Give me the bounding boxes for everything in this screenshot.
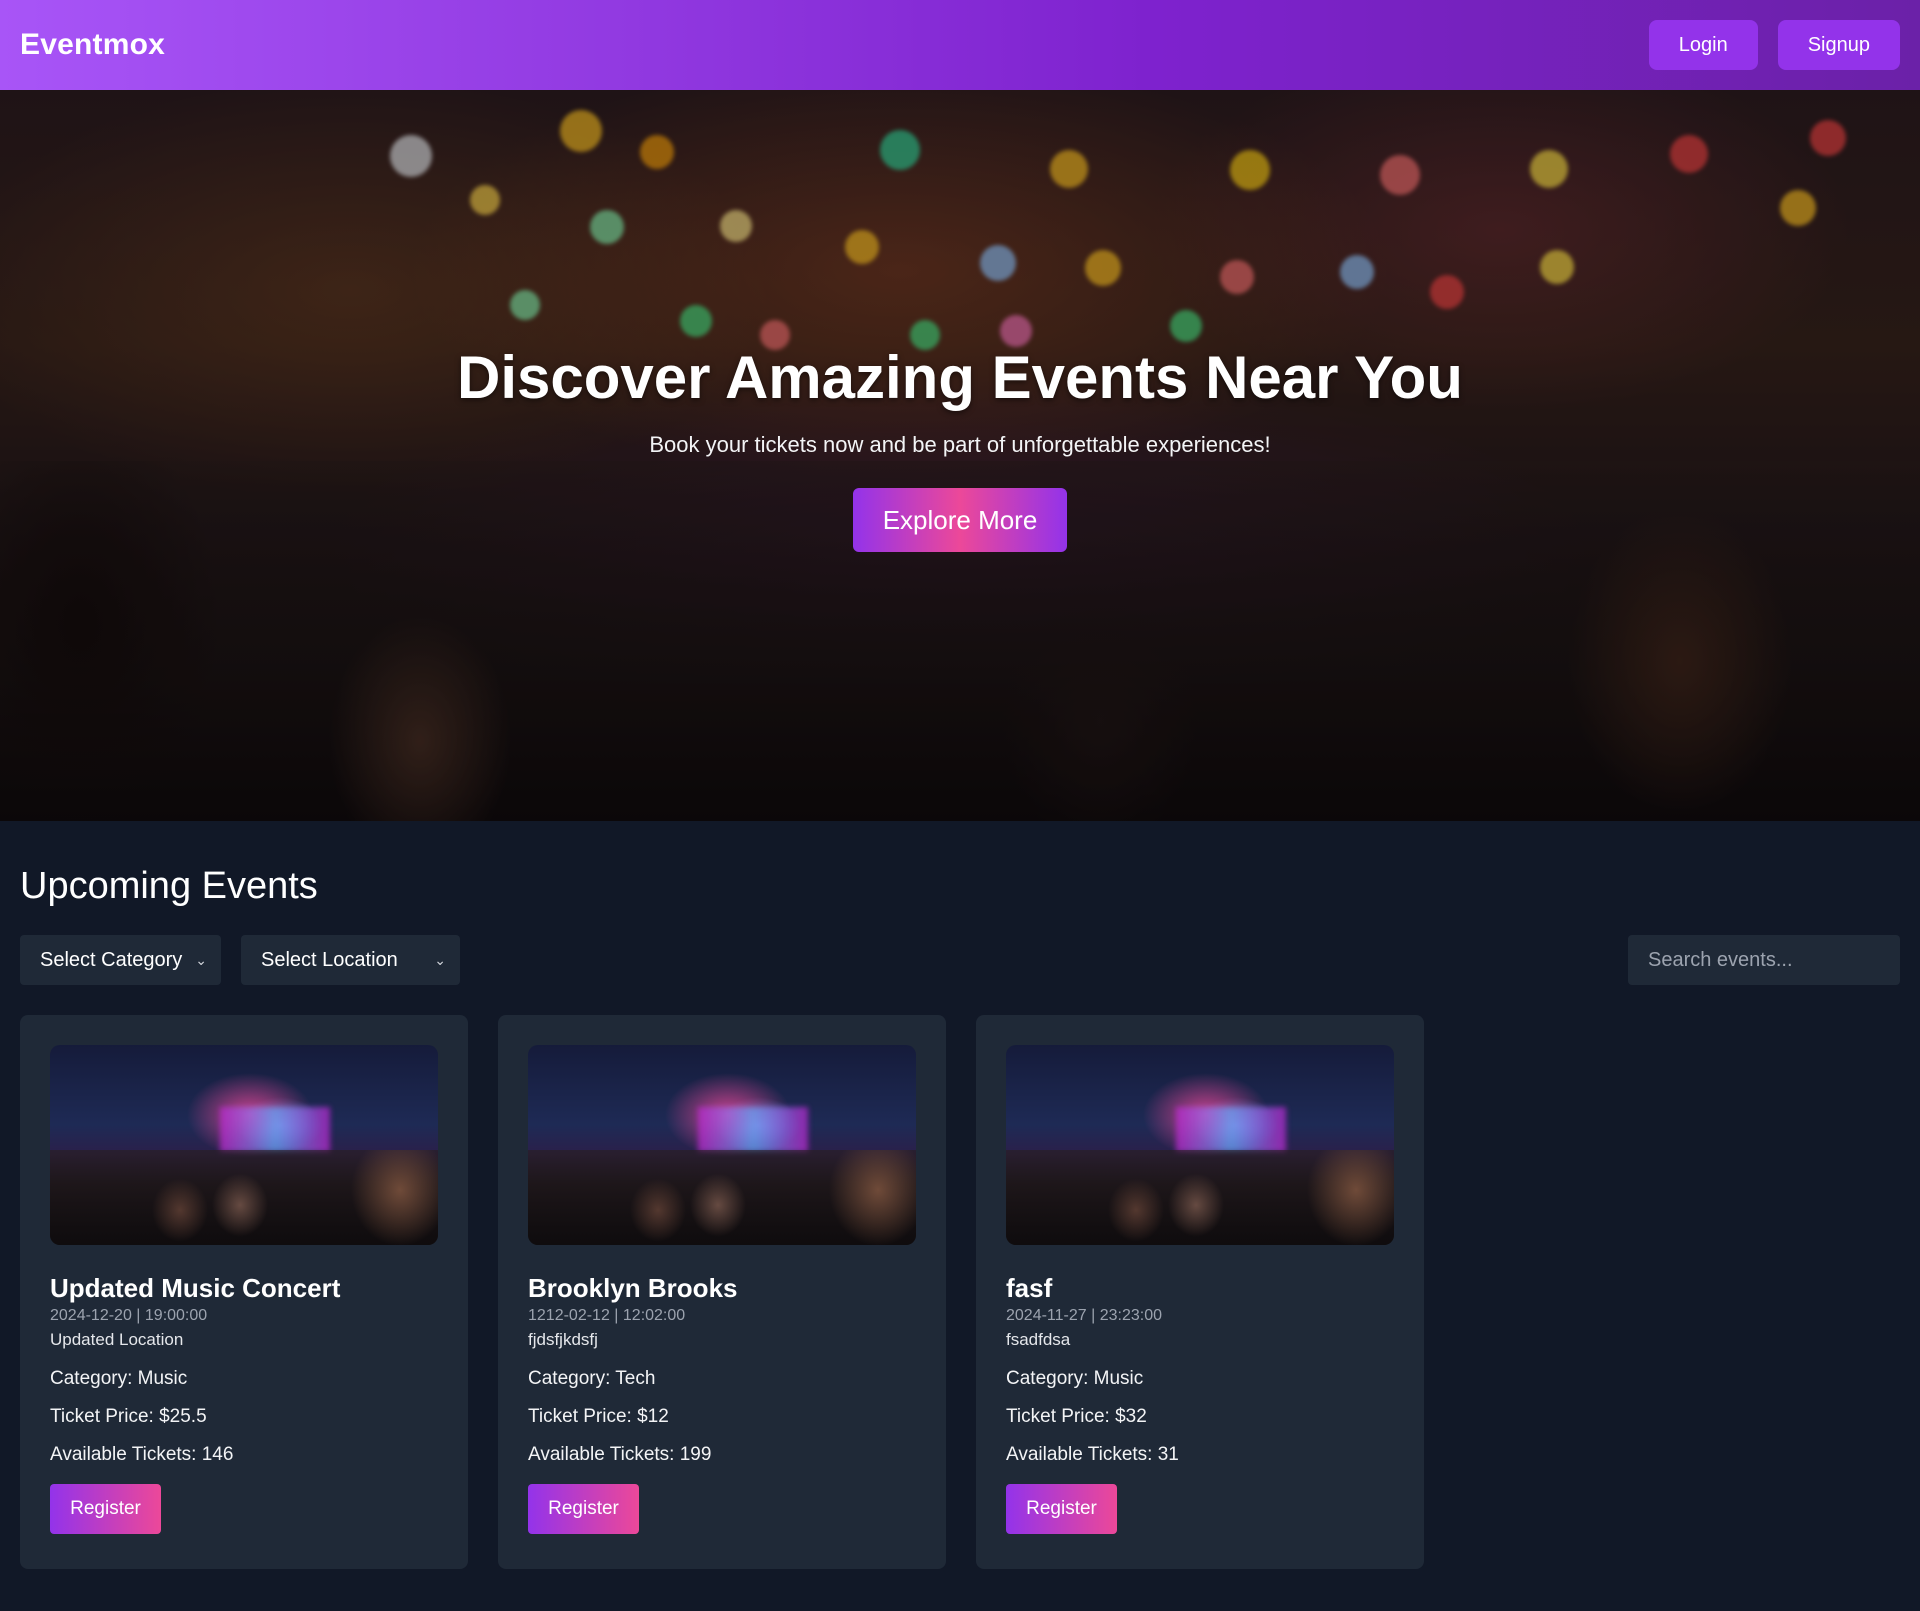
signup-button[interactable]: Signup xyxy=(1777,20,1900,70)
search-placeholder: Search events... xyxy=(1648,948,1793,971)
event-location: fjdsfjkdsfj xyxy=(528,1330,598,1349)
event-datetime: 1212-02-12 | 12:02:00 xyxy=(528,1307,686,1324)
event-location: Updated Location xyxy=(50,1330,184,1349)
navbar: Eventmox Login Signup xyxy=(0,0,1920,90)
chevron-down-icon: ⌄ xyxy=(434,951,446,968)
register-button[interactable]: Register xyxy=(1006,1484,1117,1534)
event-image xyxy=(528,1045,916,1245)
event-datetime: 2024-11-27 | 23:23:00 xyxy=(1006,1307,1162,1324)
event-available-tickets: Available Tickets: 31 xyxy=(1006,1444,1179,1465)
upcoming-events-section: Upcoming Events Select Category ⌄ Select… xyxy=(20,821,1900,1569)
event-card: Brooklyn Brooks 1212-02-12 | 12:02:00 fj… xyxy=(498,1015,946,1569)
hero-subtitle: Book your tickets now and be part of unf… xyxy=(649,432,1271,457)
brand-logo[interactable]: Eventmox xyxy=(20,28,165,62)
event-category: Category: Music xyxy=(50,1368,188,1389)
category-select[interactable]: Select Category ⌄ xyxy=(20,935,221,985)
login-button[interactable]: Login xyxy=(1648,20,1758,70)
category-select-value: Select Category xyxy=(40,948,183,971)
event-location: fsadfdsa xyxy=(1006,1330,1071,1349)
crowd xyxy=(1006,1150,1394,1245)
location-select-value: Select Location xyxy=(261,948,398,971)
event-card: fasf 2024-11-27 | 23:23:00 fsadfdsa Cate… xyxy=(976,1015,1424,1569)
location-select[interactable]: Select Location ⌄ xyxy=(241,935,460,985)
section-title: Upcoming Events xyxy=(20,865,318,907)
event-ticket-price: Ticket Price: $25.5 xyxy=(50,1406,207,1427)
event-title: Brooklyn Brooks xyxy=(528,1273,738,1303)
register-button[interactable]: Register xyxy=(528,1484,639,1534)
explore-more-button[interactable]: Explore More xyxy=(852,488,1068,552)
event-available-tickets: Available Tickets: 199 xyxy=(528,1444,712,1465)
event-image xyxy=(1006,1045,1394,1245)
hero-banner: Discover Amazing Events Near You Book yo… xyxy=(0,90,1920,821)
event-available-tickets: Available Tickets: 146 xyxy=(50,1444,234,1465)
chevron-down-icon: ⌄ xyxy=(195,951,207,968)
crowd xyxy=(50,1150,438,1245)
stage-lights xyxy=(1176,1107,1286,1152)
event-card: Updated Music Concert 2024-12-20 | 19:00… xyxy=(20,1015,468,1569)
hero-title: Discover Amazing Events Near You xyxy=(457,344,1463,411)
crowd xyxy=(528,1150,916,1245)
event-ticket-price: Ticket Price: $12 xyxy=(528,1406,669,1427)
stage-lights xyxy=(220,1107,330,1152)
event-title: fasf xyxy=(1006,1273,1053,1303)
event-category: Category: Music xyxy=(1006,1368,1144,1389)
event-ticket-price: Ticket Price: $32 xyxy=(1006,1406,1147,1427)
event-filters: Select Category ⌄ Select Location ⌄ Sear… xyxy=(20,935,1900,985)
stage-lights xyxy=(698,1107,808,1152)
event-category: Category: Tech xyxy=(528,1368,656,1389)
event-image xyxy=(50,1045,438,1245)
event-card-list: Updated Music Concert 2024-12-20 | 19:00… xyxy=(20,1015,1900,1569)
event-title: Updated Music Concert xyxy=(50,1273,341,1303)
event-datetime: 2024-12-20 | 19:00:00 xyxy=(50,1307,208,1324)
search-input[interactable]: Search events... xyxy=(1628,935,1900,985)
nav-actions: Login Signup xyxy=(1648,20,1900,70)
hero-content: Discover Amazing Events Near You Book yo… xyxy=(0,342,1920,552)
register-button[interactable]: Register xyxy=(50,1484,161,1534)
